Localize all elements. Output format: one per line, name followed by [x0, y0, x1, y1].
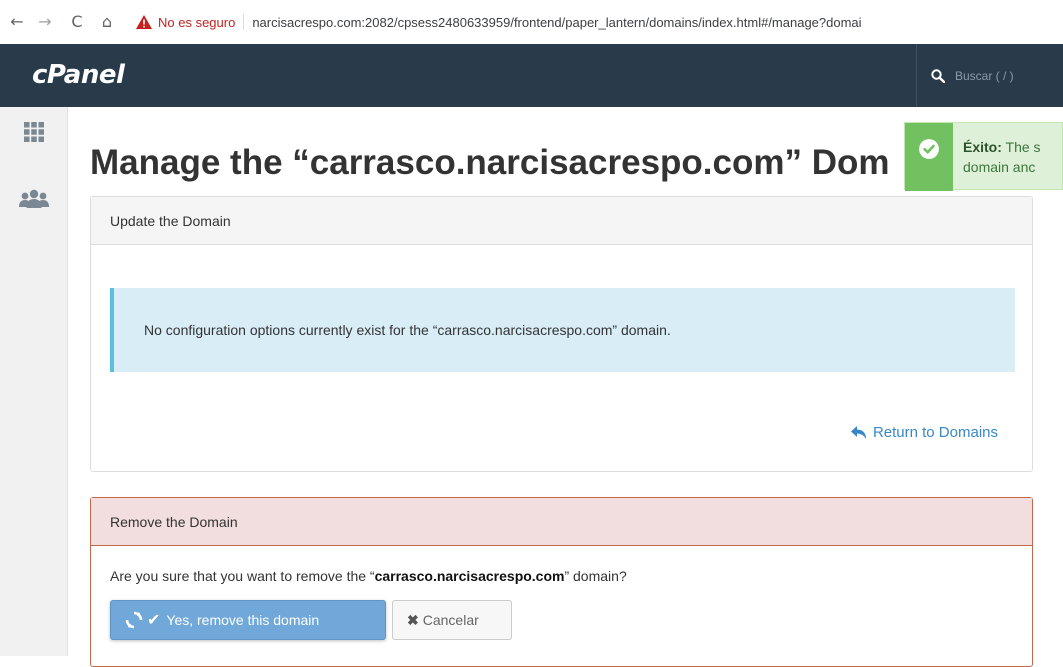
cpanel-logo[interactable]: cPanel: [32, 60, 125, 90]
reply-arrow-icon: [850, 425, 866, 439]
search-box[interactable]: Buscar ( / ): [916, 44, 1063, 107]
notice-line1: The s: [1001, 139, 1041, 155]
grid-icon[interactable]: [24, 122, 44, 146]
reload-button[interactable]: C: [68, 13, 86, 31]
remove-panel-heading: Remove the Domain: [91, 498, 1032, 546]
notice-message: Éxito: The s domain anc: [963, 137, 1063, 177]
home-button[interactable]: ⌂: [98, 13, 116, 31]
update-panel-heading: Update the Domain: [91, 197, 1032, 245]
notice-line2: domain anc: [963, 159, 1036, 175]
close-icon: ✖: [407, 611, 419, 628]
cancel-button[interactable]: ✖ Cancelar: [392, 600, 512, 640]
check-circle-icon: [919, 139, 939, 159]
remove-confirmation-text: Are you sure that you want to remove the…: [110, 568, 627, 584]
cpanel-header: cPanel Buscar ( / ): [0, 44, 1063, 107]
users-icon[interactable]: [18, 189, 50, 213]
confirm-suffix: ” domain?: [564, 568, 627, 584]
return-to-domains-link[interactable]: Return to Domains: [850, 424, 998, 441]
address-bar[interactable]: narcisacrespo.com:2082/cpsess2480633959/…: [252, 15, 861, 30]
confirm-prefix: Are you sure that you want to remove the…: [110, 568, 375, 584]
page-title: Manage the “carrasco.narcisacrespo.com” …: [90, 143, 890, 182]
cancel-button-label: Cancelar: [422, 612, 479, 628]
update-domain-panel: Update the Domain No configuration optio…: [90, 196, 1033, 472]
return-link-label: Return to Domains: [872, 424, 998, 441]
security-label[interactable]: No es seguro: [158, 15, 235, 30]
sidebar: [0, 107, 68, 656]
success-notice: Éxito: The s domain anc: [904, 122, 1063, 191]
notice-label: Éxito:: [963, 139, 1002, 155]
spinner-icon: [125, 611, 143, 629]
notice-status-bar: [905, 123, 953, 191]
checkmark-icon: ✔: [147, 612, 161, 629]
search-input[interactable]: Buscar ( / ): [955, 69, 1014, 83]
domain-name: carrasco.narcisacrespo.com: [374, 568, 565, 584]
url-separator: [243, 14, 245, 30]
search-icon: [931, 68, 945, 83]
back-button[interactable]: ←: [8, 13, 26, 31]
info-message: No configuration options currently exist…: [110, 288, 1015, 372]
remove-domain-panel: Remove the Domain Are you sure that you …: [90, 497, 1033, 667]
warning-icon[interactable]: [136, 15, 152, 29]
remove-domain-button[interactable]: ✔ Yes, remove this domain: [110, 600, 386, 640]
browser-toolbar: ← → C ⌂ No es seguro narcisacrespo.com:2…: [0, 0, 1063, 44]
forward-button[interactable]: →: [36, 13, 54, 31]
remove-button-label: Yes, remove this domain: [166, 612, 320, 628]
